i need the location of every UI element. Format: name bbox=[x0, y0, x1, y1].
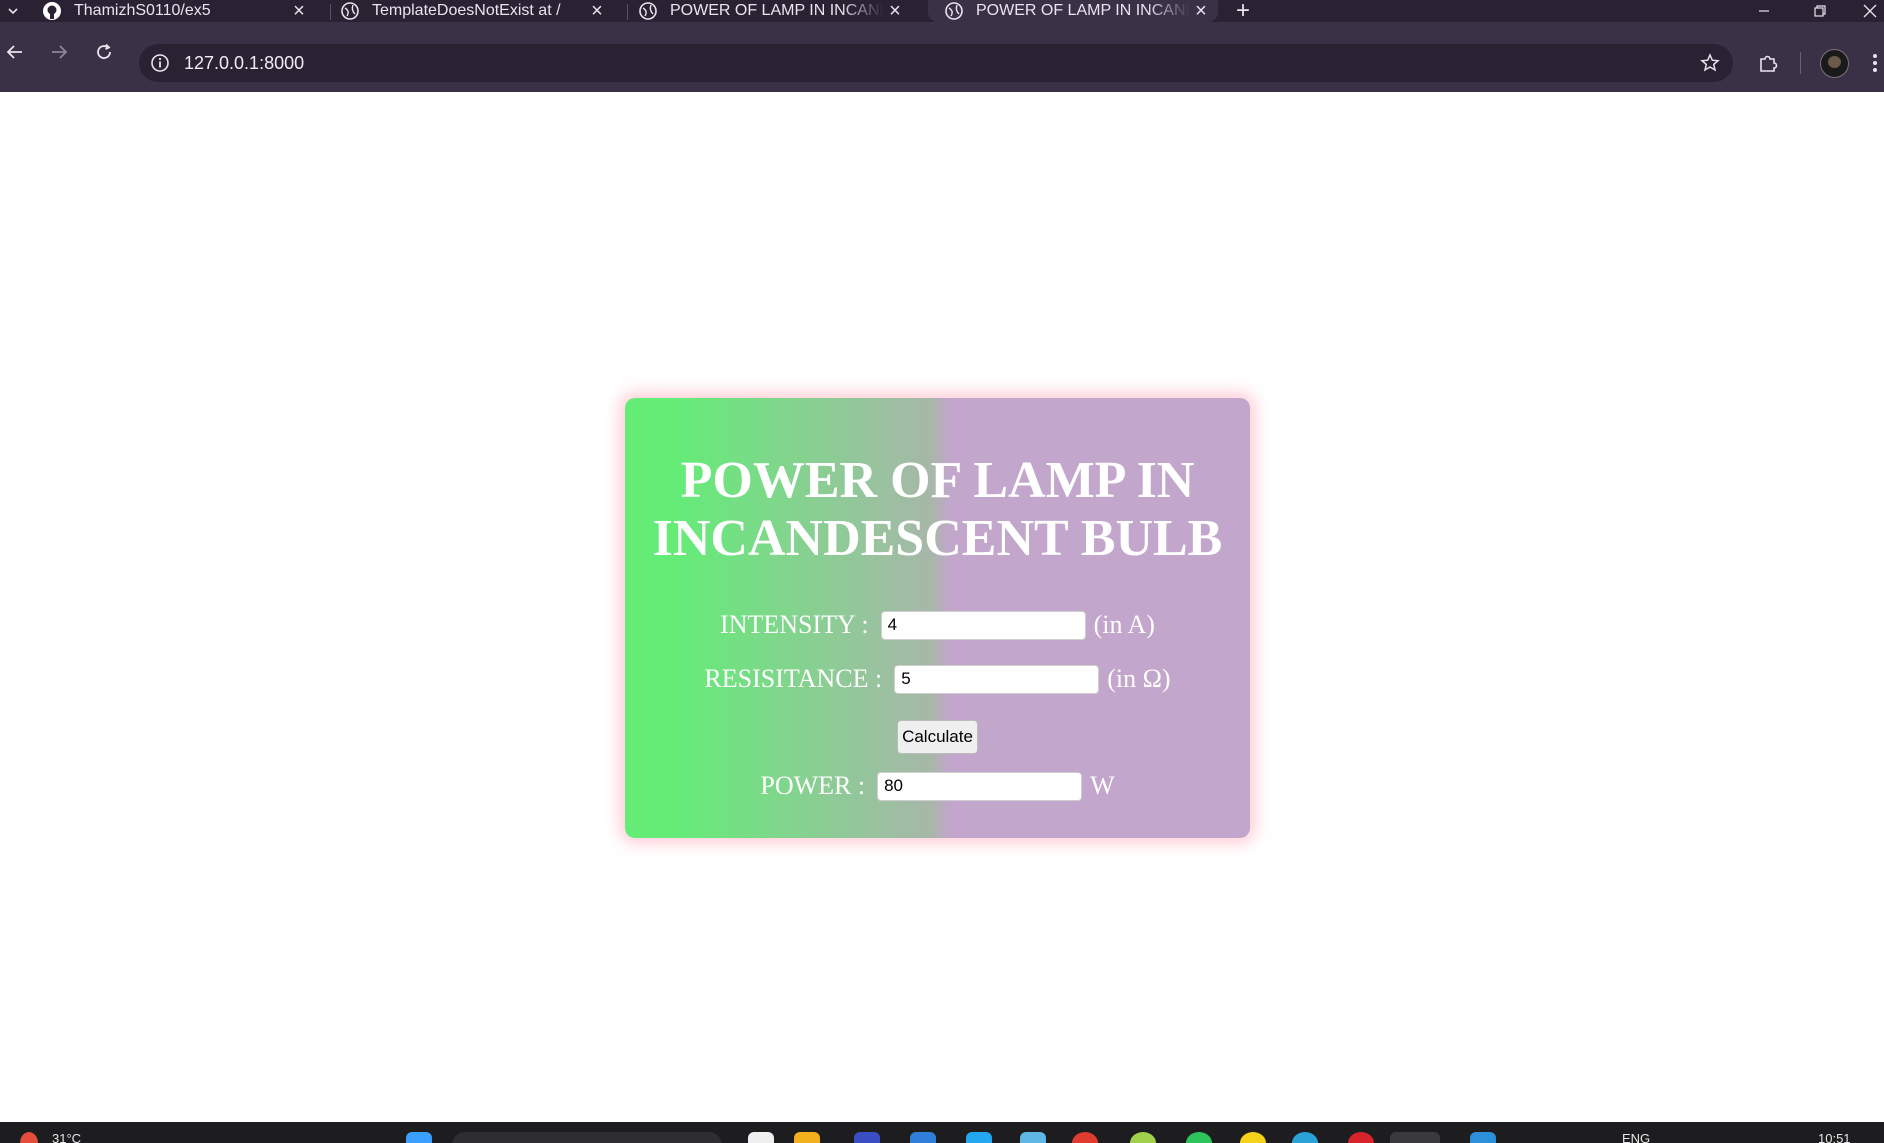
arrow-left-icon bbox=[6, 45, 22, 59]
app-icon[interactable] bbox=[1348, 1132, 1374, 1143]
minimize-icon bbox=[1759, 10, 1769, 12]
power-unit: W bbox=[1090, 771, 1115, 800]
site-info-icon[interactable] bbox=[149, 52, 171, 74]
forward-button[interactable] bbox=[42, 35, 76, 69]
resistance-unit: (in Ω) bbox=[1107, 664, 1171, 693]
power-output[interactable] bbox=[877, 771, 1083, 801]
tab-title: POWER OF LAMP IN INCANDES bbox=[976, 2, 1190, 19]
restore-button[interactable] bbox=[1800, 0, 1840, 22]
os-taskbar: 31°C ENG 10:51 bbox=[0, 1122, 1884, 1143]
clock-time: 10:51 bbox=[1818, 1131, 1851, 1143]
tab-power-of-lamp[interactable]: POWER OF LAMP IN INCANDES × bbox=[622, 0, 912, 22]
toolbar-divider bbox=[1800, 52, 1801, 74]
power-label: POWER : bbox=[760, 771, 866, 800]
vscode-icon[interactable] bbox=[1470, 1132, 1496, 1143]
page-body: POWER OF LAMP IN INCANDESCENT BULB INTEN… bbox=[0, 92, 1884, 1122]
reload-button[interactable] bbox=[87, 35, 121, 69]
globe-icon bbox=[944, 1, 964, 21]
close-icon[interactable]: × bbox=[884, 0, 906, 23]
tab-template-error[interactable]: TemplateDoesNotExist at / × bbox=[324, 0, 614, 22]
globe-icon bbox=[638, 1, 658, 21]
language-indicator: ENG bbox=[1622, 1131, 1651, 1143]
restore-icon bbox=[1814, 5, 1826, 17]
app-icon[interactable] bbox=[1072, 1132, 1098, 1143]
intensity-row: INTENSITY : (in A) bbox=[625, 610, 1250, 640]
tab-power-of-lamp-active[interactable]: POWER OF LAMP IN INCANDES × bbox=[928, 0, 1218, 22]
file-icon[interactable] bbox=[748, 1132, 774, 1143]
browser-menu-button[interactable] bbox=[1866, 50, 1884, 76]
browser-toolbar: 127.0.0.1:8000 bbox=[0, 22, 1884, 92]
resistance-input[interactable] bbox=[894, 664, 1100, 694]
weather-temp: 31°C bbox=[52, 1131, 82, 1143]
new-tab-button[interactable]: + bbox=[1230, 0, 1256, 24]
close-icon[interactable]: × bbox=[586, 0, 608, 23]
globe-icon bbox=[340, 1, 360, 21]
extensions-button[interactable] bbox=[1753, 48, 1783, 78]
tab-title: ThamizhS0110/ex5 bbox=[74, 2, 211, 19]
close-icon[interactable]: × bbox=[288, 0, 310, 23]
chrome-taskbar-icon[interactable] bbox=[1390, 1132, 1440, 1143]
puzzle-icon bbox=[1760, 55, 1778, 72]
bookmark-star-icon[interactable] bbox=[1699, 52, 1721, 74]
power-row: POWER : W bbox=[625, 771, 1250, 801]
tab-title: POWER OF LAMP IN INCANDES bbox=[670, 2, 884, 19]
title-line-1: POWER OF LAMP IN bbox=[680, 452, 1195, 509]
whatsapp-icon[interactable] bbox=[1186, 1132, 1212, 1143]
teams-icon[interactable] bbox=[854, 1132, 880, 1143]
calendar-icon[interactable] bbox=[1020, 1132, 1046, 1143]
profile-avatar[interactable] bbox=[1820, 49, 1849, 78]
minimize-button[interactable] bbox=[1744, 0, 1784, 22]
page-title: POWER OF LAMP IN INCANDESCENT BULB bbox=[625, 452, 1250, 568]
app-icon[interactable] bbox=[1130, 1132, 1156, 1143]
arrow-right-icon bbox=[52, 45, 68, 59]
close-window-button[interactable] bbox=[1850, 0, 1884, 22]
calculator-card: POWER OF LAMP IN INCANDESCENT BULB INTEN… bbox=[625, 398, 1250, 838]
address-bar[interactable]: 127.0.0.1:8000 bbox=[139, 44, 1733, 82]
folder-icon[interactable] bbox=[794, 1132, 820, 1143]
close-icon bbox=[1863, 4, 1877, 18]
intensity-label: INTENSITY : bbox=[720, 610, 869, 639]
intensity-unit: (in A) bbox=[1093, 610, 1155, 639]
chevron-down-icon bbox=[8, 8, 18, 15]
tab-title: TemplateDoesNotExist at / bbox=[372, 2, 561, 19]
app-icon[interactable] bbox=[1240, 1132, 1266, 1143]
tab-github[interactable]: ThamizhS0110/ex5 × bbox=[26, 0, 316, 22]
weather-icon[interactable] bbox=[20, 1132, 38, 1143]
edge-icon[interactable] bbox=[910, 1132, 936, 1143]
resistance-label: RESISITANCE : bbox=[704, 664, 883, 693]
calculate-button[interactable]: Calculate bbox=[897, 720, 978, 754]
resistance-row: RESISITANCE : (in Ω) bbox=[625, 664, 1250, 694]
taskbar-search[interactable] bbox=[452, 1132, 722, 1143]
more-vertical-icon bbox=[1873, 54, 1877, 72]
tab-strip: ThamizhS0110/ex5 × TemplateDoesNotExist … bbox=[0, 0, 1884, 24]
url-text[interactable]: 127.0.0.1:8000 bbox=[184, 44, 304, 82]
close-icon[interactable]: × bbox=[1190, 0, 1212, 23]
title-line-2: INCANDESCENT BULB bbox=[652, 510, 1223, 567]
reload-icon bbox=[97, 43, 111, 59]
app-icon[interactable] bbox=[1292, 1132, 1318, 1143]
intensity-input[interactable] bbox=[880, 610, 1086, 640]
start-icon[interactable] bbox=[406, 1132, 432, 1143]
back-button[interactable] bbox=[0, 35, 32, 69]
github-icon bbox=[42, 1, 62, 21]
store-icon[interactable] bbox=[966, 1132, 992, 1143]
tab-search-button[interactable] bbox=[0, 0, 26, 22]
